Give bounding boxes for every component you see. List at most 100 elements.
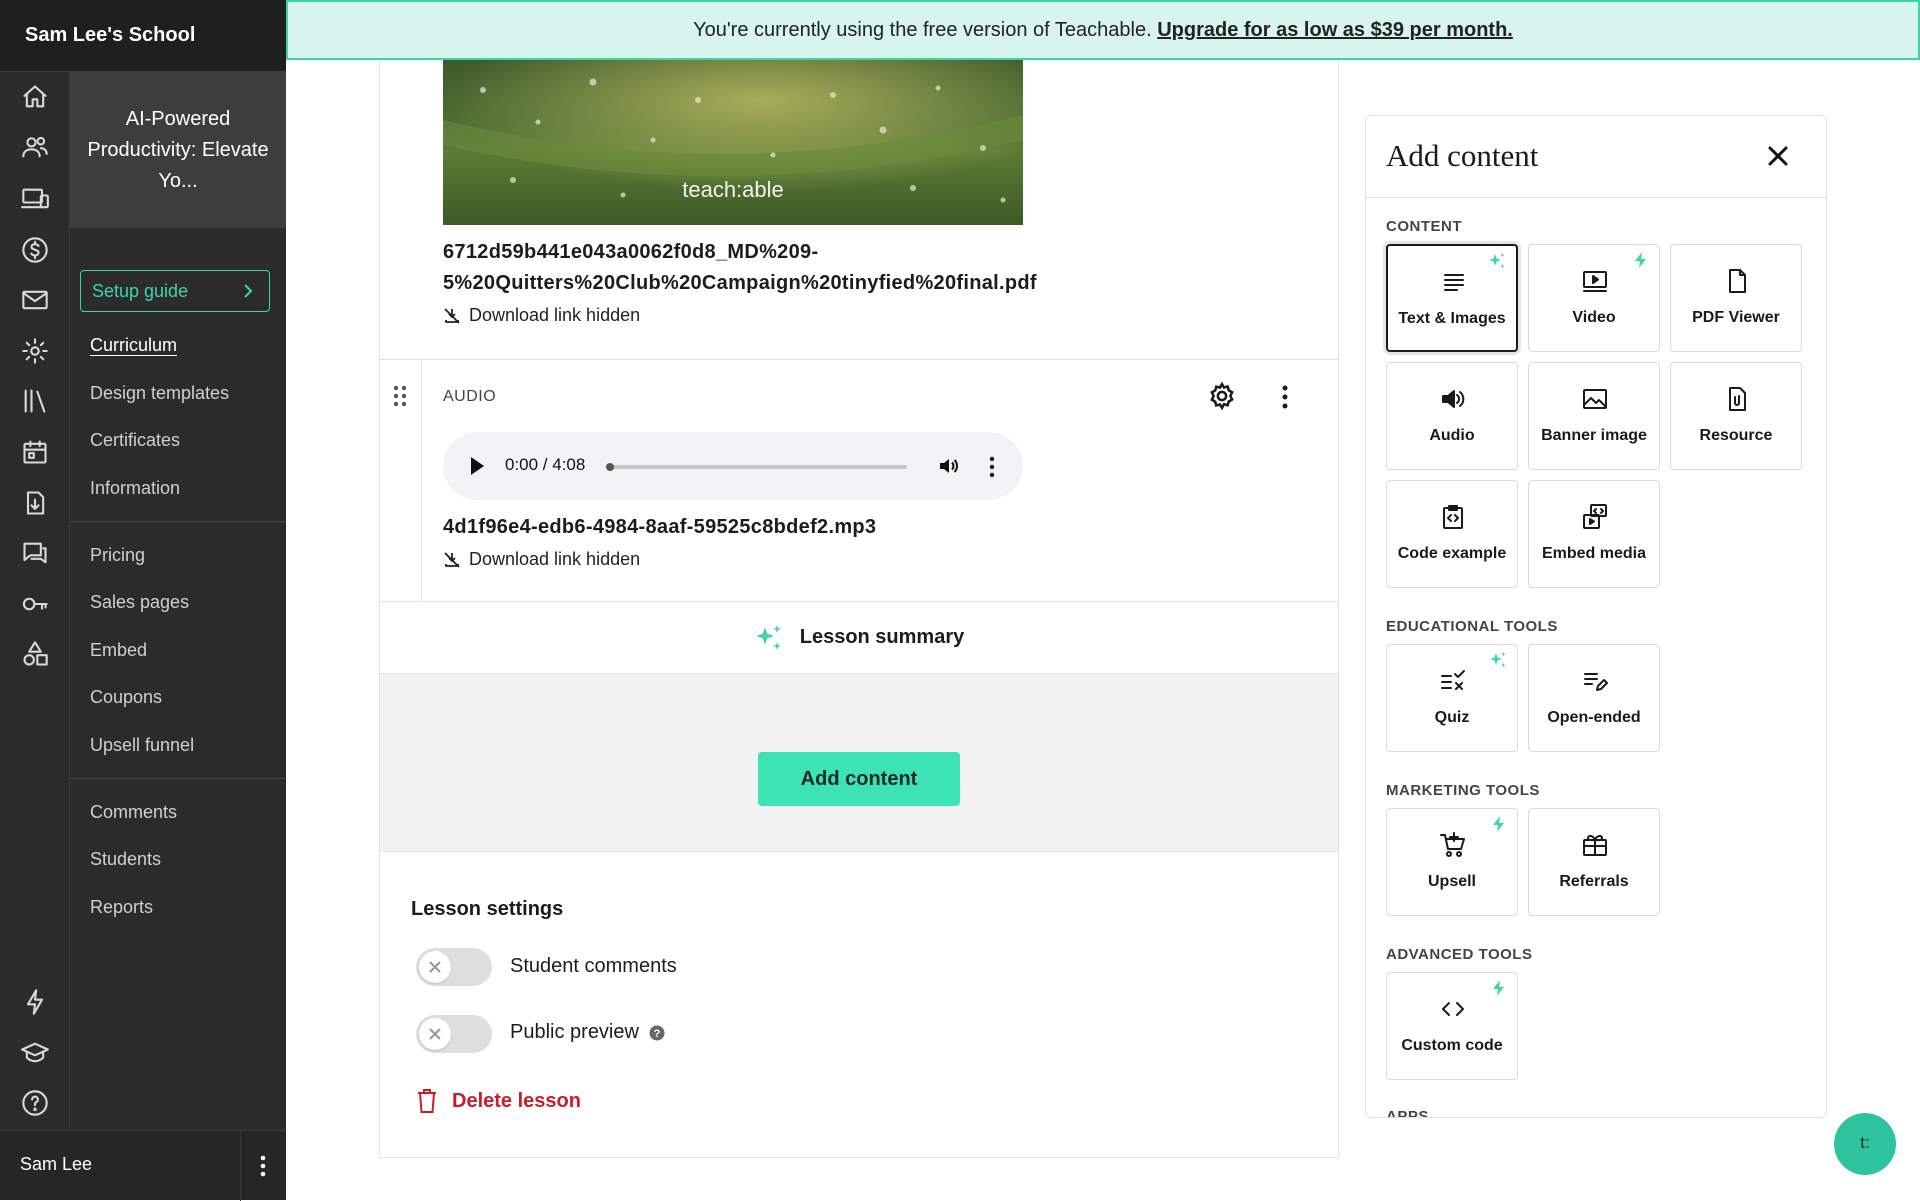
pdf-filename-line1: 6712d59b441e043a0062f0d8_MD%209-: [443, 241, 819, 263]
tile-label: Text & Images: [1398, 310, 1506, 327]
tile-label: Banner image: [1541, 427, 1647, 444]
tile-video[interactable]: Video: [1528, 244, 1660, 352]
nav-divider: [70, 521, 286, 522]
key-icon[interactable]: [20, 589, 50, 619]
toggle-knob: [419, 951, 451, 983]
settings-icon[interactable]: [20, 336, 50, 366]
help-icon[interactable]: [20, 1088, 50, 1118]
tile-pdf-viewer[interactable]: PDF Viewer: [1670, 244, 1802, 352]
nav-divider: [70, 778, 286, 779]
chat-launcher-button[interactable]: t:: [1834, 1113, 1896, 1175]
user-name[interactable]: Sam Lee: [20, 1154, 92, 1175]
nav-certificates[interactable]: Certificates: [90, 430, 180, 451]
tile-referrals[interactable]: Referrals: [1528, 808, 1660, 916]
player-more-icon[interactable]: [989, 456, 995, 478]
course-title[interactable]: AI-Powered Productivity: Elevate Yo...: [70, 72, 286, 228]
download-off-icon: [444, 551, 460, 568]
tile-label: Audio: [1429, 427, 1475, 444]
audio-progress-track[interactable]: [607, 465, 907, 469]
download-hidden-note: Download link hidden: [443, 305, 640, 326]
gear-icon[interactable]: [1207, 381, 1237, 411]
volume-icon[interactable]: [937, 454, 961, 478]
audio-progress-thumb[interactable]: [606, 463, 614, 471]
sparkles-icon: [755, 624, 781, 650]
section-educational-tools: EDUCATIONAL TOOLS: [1386, 618, 1558, 635]
more-vertical-icon[interactable]: [253, 1153, 273, 1179]
chat-icon[interactable]: [20, 538, 50, 568]
tile-upsell[interactable]: Upsell: [1386, 808, 1518, 916]
tile-audio[interactable]: Audio: [1386, 362, 1518, 470]
nav-curriculum[interactable]: Curriculum: [90, 335, 177, 356]
nav-coupons[interactable]: Coupons: [90, 687, 162, 708]
student-comments-label: Student comments: [510, 955, 677, 978]
ai-sparkle-icon: [1489, 253, 1505, 269]
code-brackets-icon: [1439, 995, 1467, 1023]
tile-quiz[interactable]: Quiz: [1386, 644, 1518, 752]
nav-design-templates[interactable]: Design templates: [90, 383, 229, 404]
gift-icon: [1581, 831, 1609, 859]
bolt-icon[interactable]: [20, 987, 50, 1017]
tile-embed-media[interactable]: Embed media: [1528, 480, 1660, 588]
download-icon[interactable]: [20, 488, 50, 518]
nav-information[interactable]: Information: [90, 478, 180, 499]
audio-player[interactable]: 0:00 / 4:08: [443, 432, 1023, 500]
mail-icon[interactable]: [20, 285, 50, 315]
drag-handle[interactable]: [380, 360, 422, 602]
audio-block: AUDIO 0:00 / 4:08 4d1f96e4-edb6-4984-8aa…: [380, 360, 1338, 602]
section-advanced-tools: ADVANCED TOOLS: [1386, 946, 1533, 963]
student-comments-text: Student comments: [510, 955, 677, 977]
trash-icon: [418, 1089, 436, 1113]
tile-custom-code[interactable]: Custom code: [1386, 972, 1518, 1080]
tile-label: Open-ended: [1547, 709, 1641, 726]
nav-sales-pages[interactable]: Sales pages: [90, 592, 189, 613]
play-icon[interactable]: [469, 456, 485, 476]
upgrade-banner: You're currently using the free version …: [286, 0, 1920, 60]
video-icon: [1581, 267, 1609, 295]
tile-open-ended[interactable]: Open-ended: [1528, 644, 1660, 752]
setup-guide-button[interactable]: Setup guide: [80, 270, 270, 312]
users-icon[interactable]: [20, 132, 50, 162]
graduation-cap-icon[interactable]: [20, 1038, 50, 1068]
speaker-icon: [1439, 385, 1467, 413]
close-icon[interactable]: [1766, 144, 1790, 168]
tile-label: Resource: [1699, 427, 1773, 444]
public-preview-label: Public preview ?: [510, 1021, 665, 1044]
section-marketing-tools: MARKETING TOOLS: [1386, 782, 1540, 799]
library-icon[interactable]: [20, 386, 50, 416]
panel-divider: [1366, 197, 1826, 198]
nav-upsell-funnel[interactable]: Upsell funnel: [90, 735, 194, 756]
tile-code-example[interactable]: Code example: [1386, 480, 1518, 588]
school-name[interactable]: Sam Lee's School: [0, 0, 286, 72]
pdf-thumbnail[interactable]: teach:able: [443, 60, 1023, 225]
audio-label: AUDIO: [443, 388, 497, 405]
dollar-icon[interactable]: [20, 235, 50, 265]
home-icon[interactable]: [20, 82, 50, 112]
help-circle-icon[interactable]: ?: [649, 1025, 665, 1041]
lesson-settings-title: Lesson settings: [411, 898, 564, 920]
add-content-area: Add content: [380, 674, 1338, 852]
nav-students[interactable]: Students: [90, 849, 161, 870]
student-comments-toggle[interactable]: [416, 948, 492, 986]
add-content-button[interactable]: Add content: [758, 752, 960, 806]
nav-reports[interactable]: Reports: [90, 897, 153, 918]
delete-lesson-button[interactable]: Delete lesson: [416, 1088, 581, 1114]
audio-time: 0:00 / 4:08: [505, 455, 586, 474]
nav-pricing[interactable]: Pricing: [90, 545, 145, 566]
nav-comments[interactable]: Comments: [90, 802, 177, 823]
calendar-icon[interactable]: [20, 437, 50, 467]
bolt-icon: [1635, 252, 1646, 268]
document-icon: [1723, 267, 1751, 295]
devices-icon[interactable]: [20, 184, 50, 214]
bolt-icon: [1493, 980, 1504, 996]
open-ended-icon: [1581, 667, 1609, 695]
tile-label: Code example: [1397, 545, 1507, 562]
lesson-summary-button[interactable]: Lesson summary: [380, 602, 1338, 674]
public-preview-toggle[interactable]: [416, 1015, 492, 1053]
tile-text-images[interactable]: Text & Images: [1386, 244, 1518, 352]
shapes-icon[interactable]: [20, 639, 50, 669]
tile-resource[interactable]: Resource: [1670, 362, 1802, 470]
nav-embed[interactable]: Embed: [90, 640, 147, 661]
tile-banner-image[interactable]: Banner image: [1528, 362, 1660, 470]
more-vertical-icon[interactable]: [1280, 384, 1290, 410]
upgrade-link[interactable]: Upgrade for as low as $39 per month.: [1157, 19, 1513, 41]
